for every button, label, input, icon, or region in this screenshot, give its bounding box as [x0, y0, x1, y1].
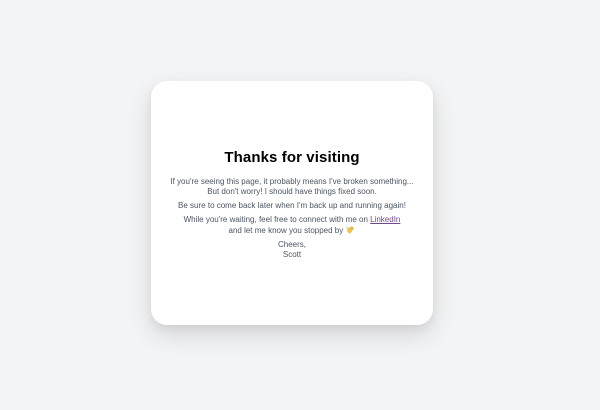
page-title: Thanks for visiting [224, 149, 360, 166]
connect-text-before: While you're waiting, feel free to conne… [183, 215, 371, 224]
page: Thanks for visiting If you're seeing thi… [0, 0, 600, 410]
waving-hand-icon [346, 226, 355, 234]
connect-message: While you're waiting, feel free to conne… [169, 215, 415, 236]
signoff-name: Scott [282, 250, 302, 259]
broken-message: If you're seeing this page, it probably … [170, 177, 414, 196]
signoff: Cheers, Scott [169, 240, 415, 260]
linkedin-link[interactable]: LinkedIn [370, 215, 400, 224]
message-card: Thanks for visiting If you're seeing thi… [151, 81, 433, 325]
come-back-message: Be sure to come back later when I'm back… [178, 201, 406, 210]
connect-text-after: and let me know you stopped by [228, 226, 344, 235]
signoff-greeting: Cheers, [277, 240, 306, 249]
